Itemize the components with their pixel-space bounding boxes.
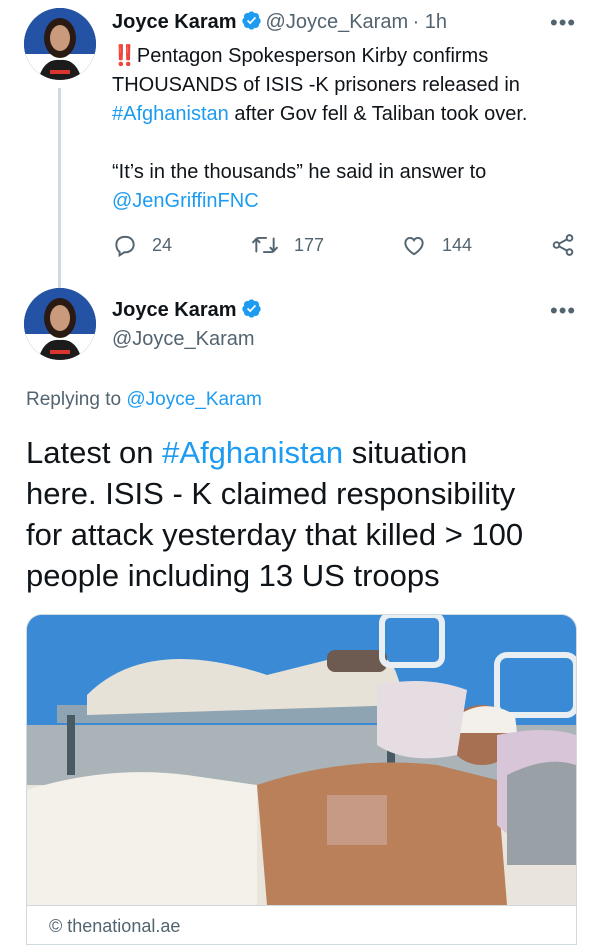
retweet-count: 177 <box>294 234 325 255</box>
like-button[interactable]: 144 <box>400 232 472 258</box>
share-icon <box>552 234 574 256</box>
verified-badge-icon <box>241 11 261 30</box>
tweet-line: Pentagon Spokesperson Kirby confirms <box>136 45 489 67</box>
author-handle[interactable]: @Joyce_Karam <box>112 328 255 351</box>
avatar[interactable] <box>24 8 96 80</box>
avatar[interactable] <box>24 288 96 360</box>
card-source: © thenational.ae <box>49 916 181 936</box>
tweet-line: THOUSANDS of ISIS -K prisoners released … <box>112 74 520 96</box>
like-count: 144 <box>442 234 473 255</box>
hashtag-link[interactable]: #Afghanistan <box>112 103 229 125</box>
tweet-body: ‼️Pentagon Spokesperson Kirby confirms T… <box>112 42 582 216</box>
verified-badge-icon <box>241 299 261 318</box>
tweet-line: for attack yesterday that killed > 100 <box>26 517 524 552</box>
tweet-line: Latest on <box>26 435 163 470</box>
share-button[interactable] <box>550 232 576 263</box>
more-icon[interactable]: ••• <box>550 10 576 36</box>
replying-to-label: Replying to <box>26 389 127 410</box>
reply-button[interactable]: 24 <box>112 232 172 258</box>
replying-to-handle[interactable]: @Joyce_Karam <box>126 389 261 410</box>
tweet-line: here. ISIS - K claimed responsibility <box>26 476 516 511</box>
reply-count: 24 <box>152 234 173 255</box>
link-card-footer[interactable]: © thenational.ae <box>26 904 577 945</box>
alert-emoji: ‼️ <box>112 45 137 67</box>
tweet-line: situation <box>343 435 468 470</box>
author-name[interactable]: Joyce Karam <box>112 11 237 33</box>
tweet-body: Latest on #Afghanistan situation here. I… <box>26 432 586 596</box>
tweet-header: Joyce Karam @Joyce_Karam · 1h <box>112 10 447 34</box>
tweet-line: after Gov fell & Taliban took over. <box>228 103 528 125</box>
author-handle[interactable]: @Joyce_Karam <box>266 11 409 33</box>
retweet-button[interactable]: 177 <box>250 232 324 258</box>
tweet-quote: “It’s in the thousands” he said in answe… <box>112 161 487 183</box>
avatar-image <box>24 288 96 360</box>
thread-connector-line <box>58 88 61 288</box>
avatar-image <box>24 8 96 80</box>
replying-to: Replying to @Joyce_Karam <box>26 389 262 411</box>
attached-photo[interactable] <box>26 614 577 906</box>
reply-icon <box>115 235 135 258</box>
author-name-row: Joyce Karam <box>112 298 266 322</box>
tweet-line: people including 13 US troops <box>26 558 440 593</box>
hashtag-link[interactable]: #Afghanistan <box>162 435 343 470</box>
hospital-photo <box>27 615 576 905</box>
more-icon[interactable]: ••• <box>550 298 576 324</box>
tweet-timestamp[interactable]: · 1h <box>413 11 447 33</box>
like-icon <box>404 236 424 256</box>
mention-link[interactable]: @JenGriffinFNC <box>112 187 582 216</box>
retweet-icon <box>252 236 278 254</box>
author-name[interactable]: Joyce Karam <box>112 299 237 321</box>
